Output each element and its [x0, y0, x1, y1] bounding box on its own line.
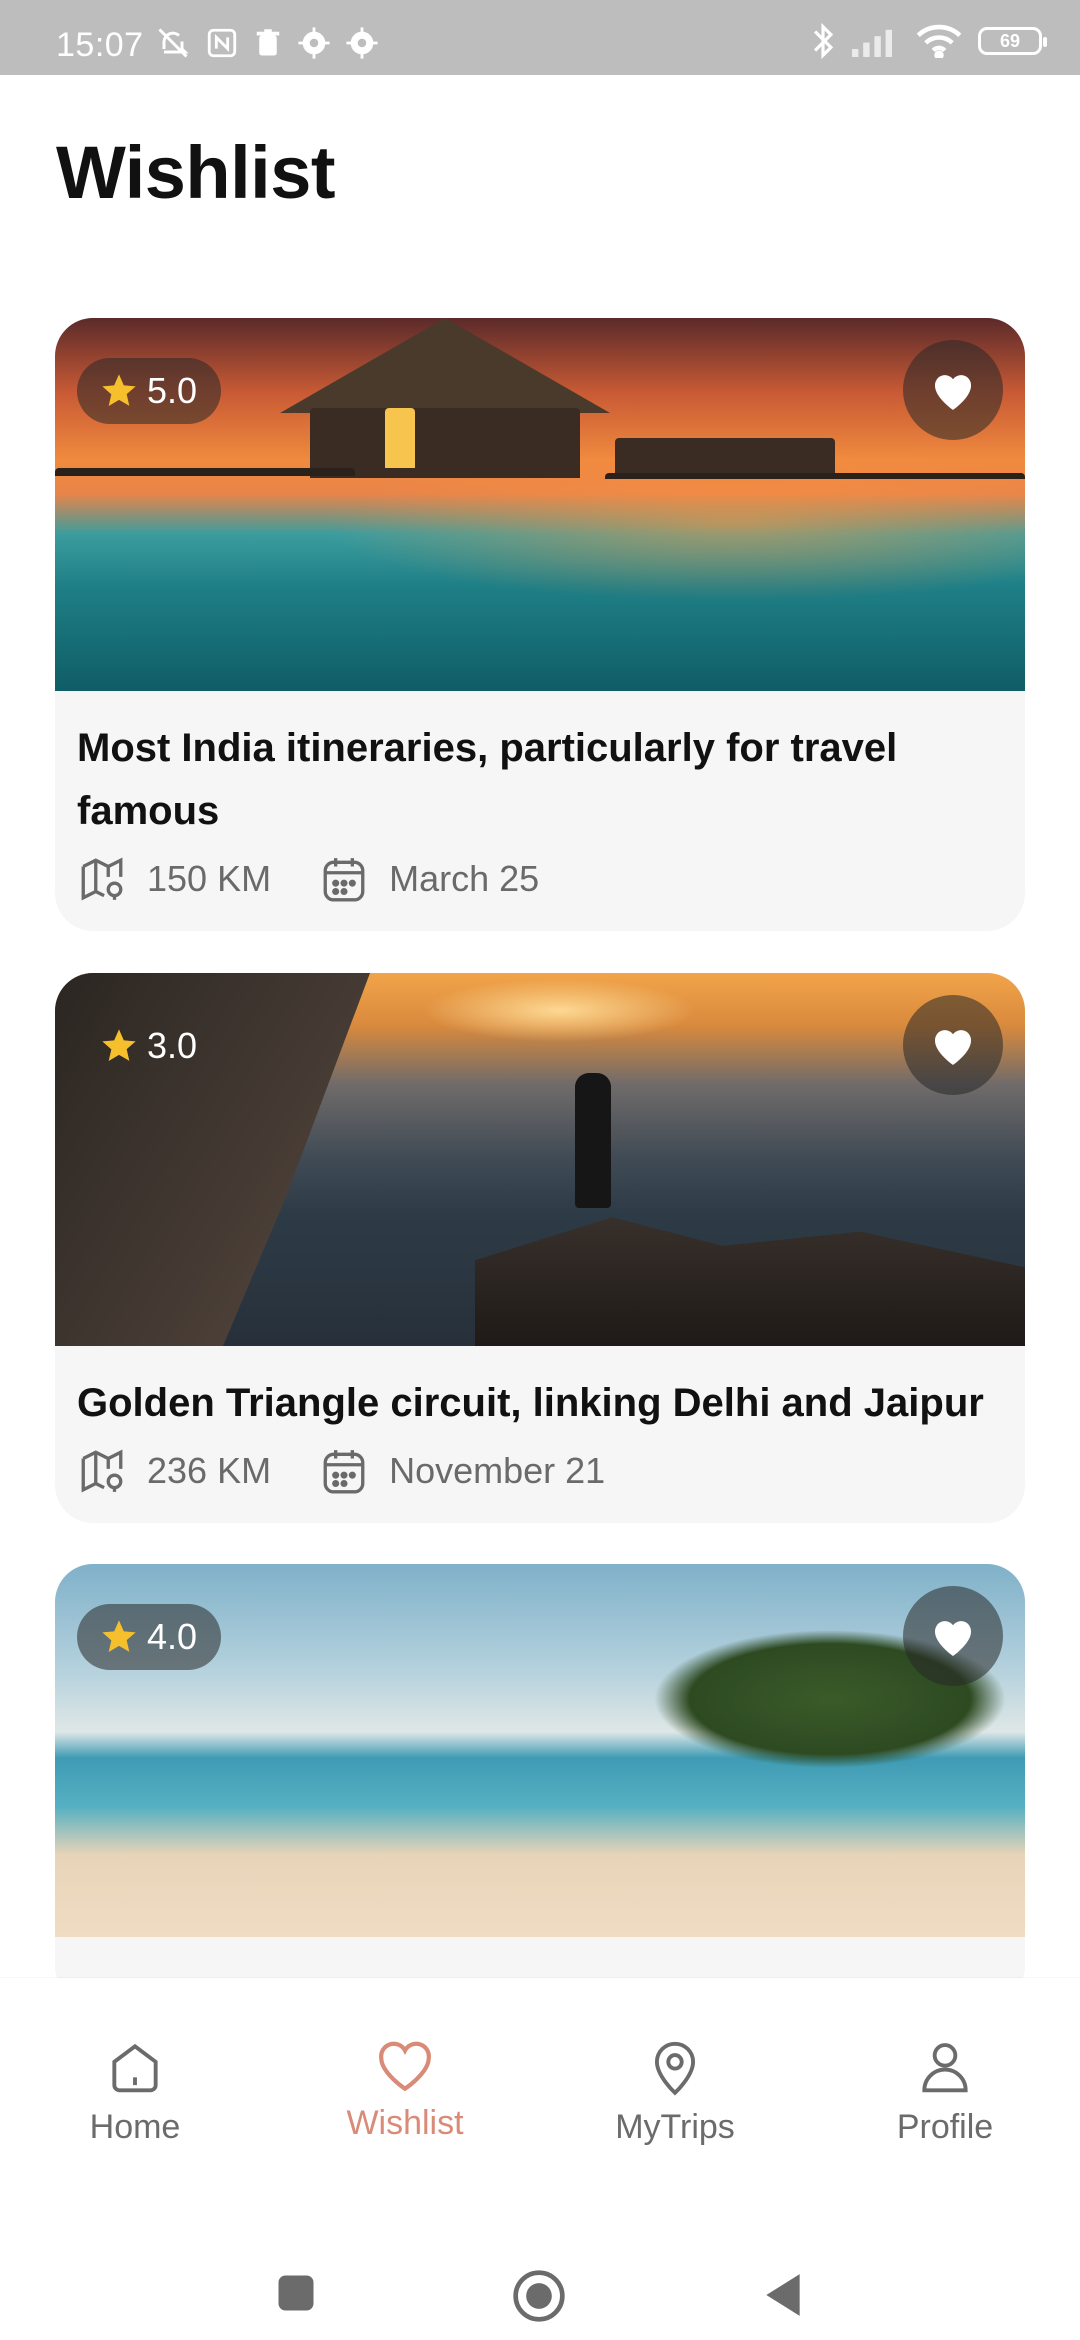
nav-item-home[interactable]: Home [0, 1978, 270, 2192]
settings-icon [298, 27, 330, 59]
card-title: Golden Triangle circuit, linking Delhi a… [77, 1381, 984, 1425]
favorite-button[interactable] [903, 995, 1003, 1095]
card-body: Most India itineraries, particularly for… [55, 691, 1025, 931]
rating-value: 5.0 [147, 370, 198, 411]
map-pin-icon [81, 1449, 123, 1493]
wishlist-card[interactable]: 3.0 Golden Triangle circuit, linking Del… [55, 973, 1025, 1523]
rating-badge: 3.0 [77, 1013, 221, 1079]
heart-icon [379, 2041, 431, 2092]
card-body: Golden Triangle circuit, linking Delhi a… [55, 1346, 1025, 1523]
back-button[interactable] [760, 2270, 806, 2320]
heart-icon [934, 1621, 972, 1656]
bottom-navigation: Home Wishlist MyTrips Profile [0, 1978, 1080, 2192]
battery-level: 69 [999, 30, 1021, 51]
distance-value: 150 KM [147, 858, 272, 899]
nav-item-profile[interactable]: Profile [810, 1978, 1080, 2192]
user-icon [922, 2043, 968, 2093]
favorite-button[interactable] [903, 340, 1003, 440]
rating-value: 4.0 [147, 1616, 198, 1657]
nav-label-wishlist: Wishlist [346, 2104, 464, 2142]
location-icon [654, 2041, 696, 2096]
page-title: Wishlist [56, 131, 336, 214]
favorite-button[interactable] [903, 1586, 1003, 1686]
rating-badge: 5.0 [77, 358, 222, 424]
rating-value: 3.0 [147, 1025, 198, 1066]
mute-icon [158, 28, 189, 58]
wishlist-card[interactable]: 4.0 [55, 1564, 1025, 2004]
distance-value: 236 KM [147, 1450, 272, 1491]
signal-icon [852, 29, 892, 57]
nav-label-mytrips: MyTrips [615, 2108, 735, 2146]
rating-badge: 4.0 [77, 1604, 222, 1670]
wishlist-card[interactable]: 5.0 Most India itineraries, particularly… [55, 318, 1025, 931]
star-icon [102, 374, 136, 406]
system-navigation-bar [0, 2192, 1080, 2340]
home-icon [112, 2043, 158, 2093]
nav-item-wishlist[interactable]: Wishlist [270, 1978, 540, 2192]
calendar-icon [323, 1450, 365, 1494]
card-body [55, 1937, 1025, 1963]
calendar-icon [323, 858, 365, 902]
home-button[interactable] [511, 2268, 567, 2324]
status-system-icons: 69 [810, 22, 1047, 60]
settings-icon [346, 27, 378, 59]
battery-icon: 69 [978, 27, 1047, 55]
trash-icon [256, 29, 280, 56]
card-title: Most India itineraries, particularly for… [77, 726, 898, 833]
bluetooth-icon [813, 22, 834, 60]
heart-icon [934, 375, 972, 410]
card-meta: 150 KM March 25 [77, 849, 1003, 909]
date-value: November 21 [389, 1450, 606, 1491]
status-bar: 15:07 69 [0, 0, 1080, 75]
status-notification-icons [155, 25, 379, 61]
map-pin-icon [81, 857, 123, 901]
card-image: 3.0 [55, 973, 1025, 1346]
recents-button[interactable] [275, 2272, 317, 2314]
date-value: March 25 [389, 858, 540, 899]
star-icon [102, 1620, 136, 1652]
nav-item-mytrips[interactable]: MyTrips [540, 1978, 810, 2192]
nfc-icon [207, 28, 237, 58]
heart-icon [934, 1030, 972, 1065]
card-image: 5.0 [55, 318, 1025, 691]
card-meta: 236 KM November 21 [77, 1441, 1003, 1501]
nav-label-home: Home [89, 2108, 181, 2146]
star-icon [102, 1029, 136, 1061]
nav-label-profile: Profile [896, 2108, 994, 2146]
card-image: 4.0 [55, 1564, 1025, 1937]
status-time: 15:07 [56, 26, 144, 64]
wifi-icon [916, 24, 962, 58]
